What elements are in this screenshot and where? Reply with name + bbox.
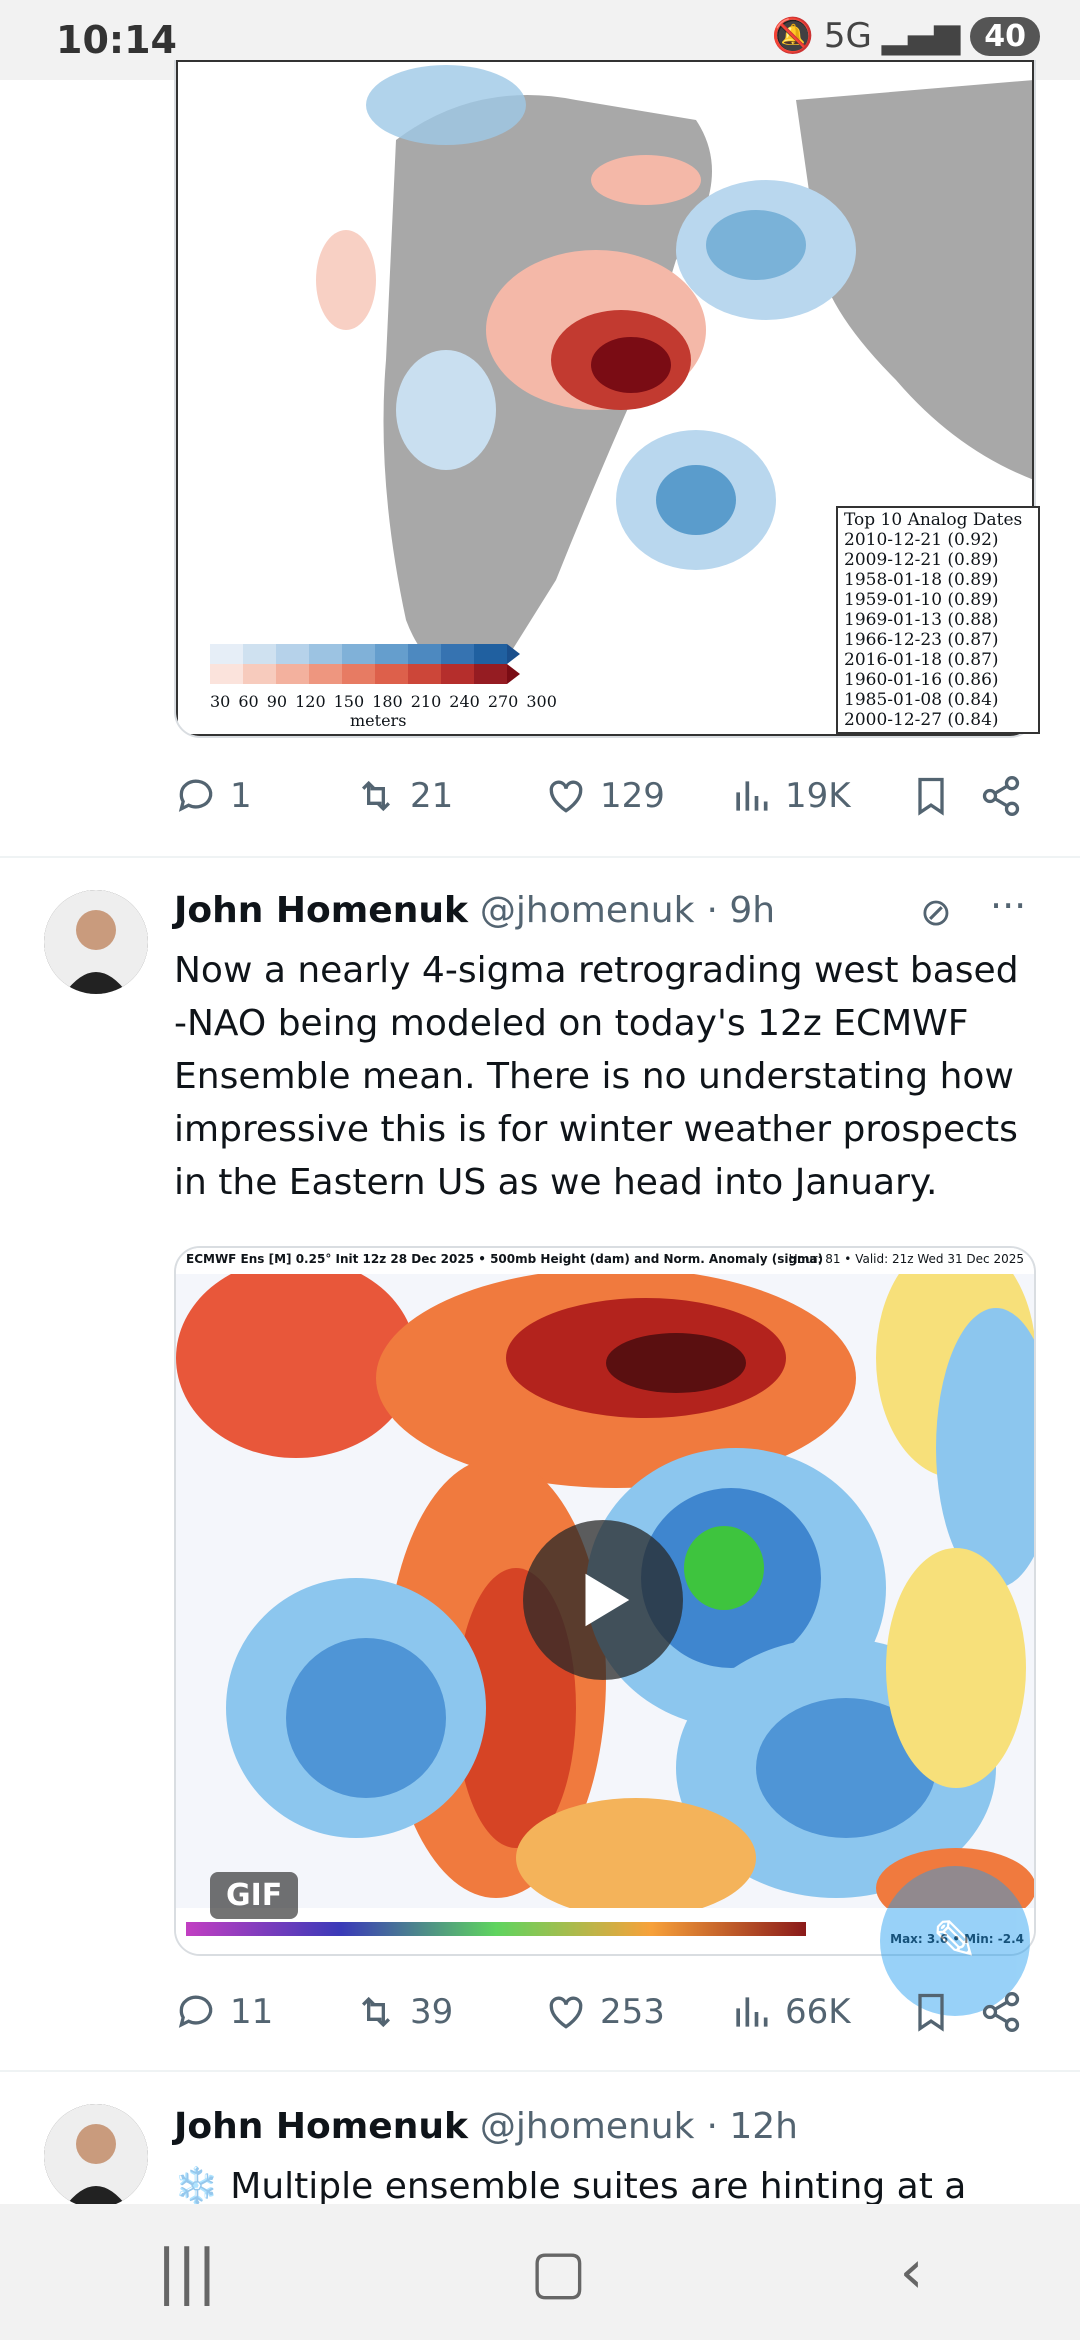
post-time: · 12h [706, 2106, 798, 2147]
system-nav-bar: ||| ▢ ‹ [0, 2204, 1080, 2340]
avatar-image [44, 2104, 148, 2208]
analog-item: 1960-01-16 (0.86) [844, 670, 999, 690]
signal-icon: ▂▄▆ [881, 16, 961, 56]
author-name[interactable]: John Homenuk [174, 2106, 468, 2147]
author-handle[interactable]: @jhomenuk [480, 2106, 695, 2147]
analog-item: 1985-01-08 (0.84) [844, 690, 999, 710]
colorbar-ticks: 30 60 90 120 150 180 210 240 270 300 [210, 692, 557, 711]
retweet-count: 39 [410, 1992, 454, 2032]
back-icon[interactable]: ‹ [900, 2237, 924, 2307]
colorbar-unit: meters [350, 711, 407, 730]
compose-icon: ✎ [931, 1908, 979, 1974]
colorbar-swatches [210, 644, 520, 684]
heart-icon [549, 780, 583, 813]
bookmark-button[interactable] [909, 774, 979, 818]
grok-icon[interactable]: ⊘ [920, 890, 952, 934]
analog-title: Top 10 Analog Dates [844, 510, 1023, 530]
avatar[interactable] [44, 2104, 148, 2208]
share-button[interactable] [979, 774, 1023, 818]
avatar[interactable] [44, 890, 148, 994]
author-name[interactable]: John Homenuk [174, 890, 468, 931]
analog-item: 1959-01-10 (0.89) [844, 590, 999, 610]
author-handle[interactable]: @jhomenuk [480, 890, 695, 931]
analog-item: 2000-12-27 (0.84) [844, 710, 999, 730]
divider [0, 2070, 1080, 2072]
share-button[interactable] [979, 1990, 1023, 2034]
gif-badge: GIF [210, 1872, 299, 1919]
tweet2-text: Now a nearly 4-sigma retrograding west b… [174, 950, 1019, 1203]
share-icon [982, 1992, 1020, 2032]
tweet2-header: John Homenuk @jhomenuk · 9h [174, 890, 775, 931]
analog-item: 2010-12-21 (0.92) [844, 530, 999, 550]
map-valid-time: Hour: 81 • Valid: 21z Wed 31 Dec 2025 [788, 1252, 1024, 1266]
play-button[interactable] [523, 1520, 683, 1680]
mute-icon: 🔕 [771, 16, 814, 56]
retweet-icon [361, 780, 391, 812]
colorbar: 30 60 90 120 150 180 210 240 270 300 meters [210, 644, 557, 730]
analog-item: 2016-01-18 (0.87) [844, 650, 999, 670]
analog-dates-legend: Top 10 Analog Dates 2010-12-21 (0.92) 20… [836, 506, 1040, 734]
play-icon [585, 1573, 630, 1627]
bookmark-icon [918, 777, 944, 816]
analog-item: 1969-01-13 (0.88) [844, 610, 999, 630]
views-icon [736, 781, 768, 811]
retweet-button[interactable]: 21 [354, 774, 544, 818]
analog-item: 1966-12-23 (0.87) [844, 630, 999, 650]
tweet1-actions: 1 21 129 19K [174, 766, 1034, 826]
tweet3-header: John Homenuk @jhomenuk · 12h [174, 2106, 798, 2147]
views-button[interactable]: 19K [729, 774, 909, 818]
bookmark-button[interactable] [909, 1990, 979, 2034]
share-icon [982, 776, 1020, 816]
like-count: 129 [600, 776, 665, 816]
analog-item: 2009-12-21 (0.89) [844, 550, 999, 570]
status-time: 10:14 [56, 18, 177, 62]
analog-item: 1958-01-18 (0.89) [844, 570, 999, 590]
battery-level: 40 [970, 16, 1040, 56]
divider [0, 856, 1080, 858]
reply-icon [178, 1995, 213, 2028]
views-count: 19K [785, 776, 851, 816]
heart-icon [549, 1996, 583, 2029]
like-button[interactable]: 129 [544, 774, 729, 818]
post-time: · 9h [706, 890, 776, 931]
like-count: 253 [600, 1992, 665, 2032]
reply-count: 11 [230, 1992, 274, 2032]
like-button[interactable]: 253 [544, 1990, 729, 2034]
network-label: 5G [823, 16, 872, 56]
views-count: 66K [785, 1992, 851, 2032]
map-header: ECMWF Ens [M] 0.25° Init 12z 28 Dec 2025… [186, 1252, 824, 1266]
more-options-icon[interactable]: ··· [990, 884, 1026, 928]
reply-button[interactable]: 11 [174, 1990, 354, 2034]
reply-button[interactable]: 1 [174, 774, 354, 818]
home-icon[interactable]: ▢ [530, 2237, 587, 2307]
reply-count: 1 [230, 776, 252, 816]
reply-icon [178, 779, 213, 812]
views-button[interactable]: 66K [729, 1990, 909, 2034]
bookmark-icon [918, 1993, 944, 2032]
tweet3-text: ❄️ Multiple ensemble suites are hinting … [174, 2166, 967, 2204]
avatar-image [44, 890, 148, 994]
retweet-icon [361, 1996, 391, 2028]
retweet-button[interactable]: 39 [354, 1990, 544, 2034]
recent-apps-icon[interactable]: ||| [156, 2237, 217, 2307]
views-icon [736, 1997, 768, 2027]
status-icons: 🔕 5G ▂▄▆ 40 [771, 16, 1040, 56]
tweet2-actions: 11 39 253 66K [174, 1982, 1034, 2042]
retweet-count: 21 [410, 776, 454, 816]
